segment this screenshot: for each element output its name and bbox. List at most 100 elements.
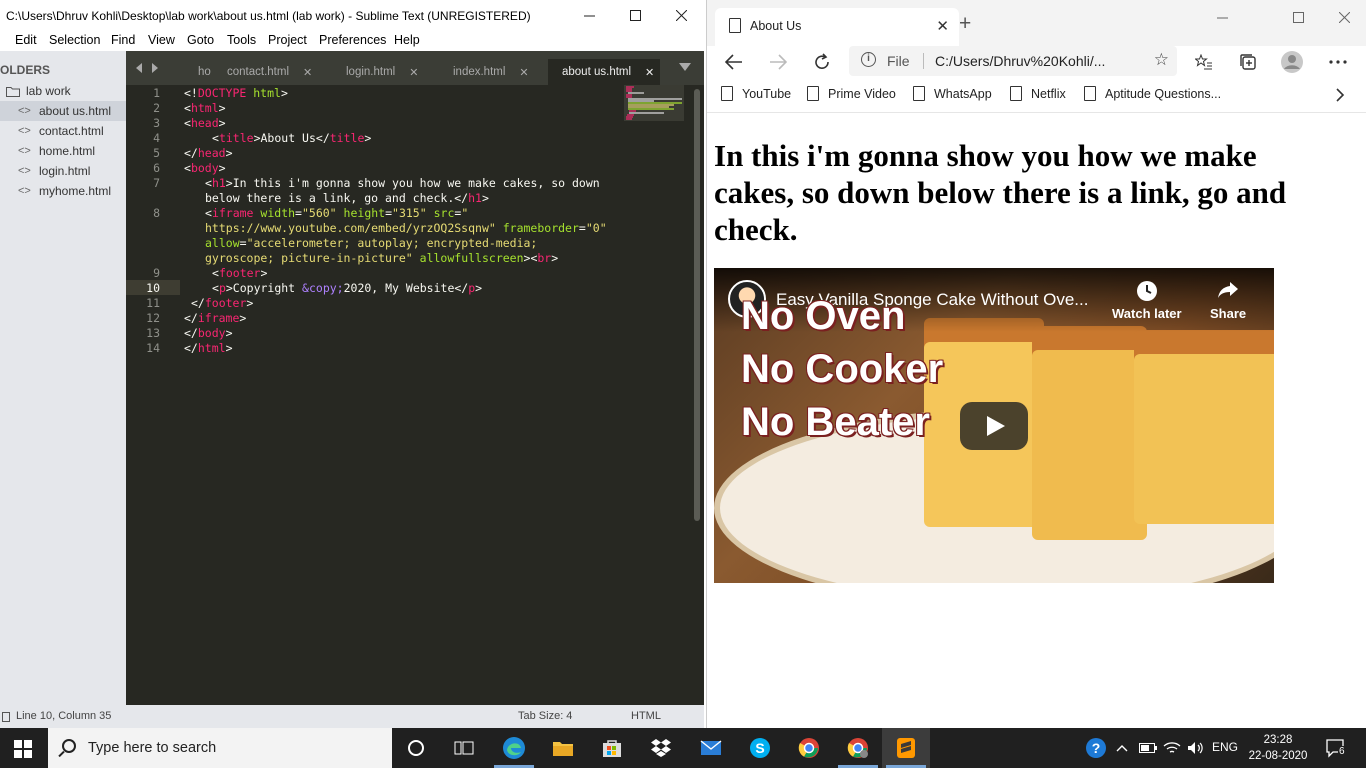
menu-goto[interactable]: Goto <box>187 33 214 47</box>
url-scheme: File <box>887 53 910 69</box>
file-label: contact.html <box>39 124 104 138</box>
bookmark-youtube[interactable]: YouTube <box>721 86 791 101</box>
tab-index[interactable]: index.html ✕ <box>453 59 563 85</box>
menu-find[interactable]: Find <box>111 33 135 47</box>
sidebar-file-login[interactable]: <> login.html <box>0 161 126 181</box>
forward-button[interactable] <box>765 50 791 74</box>
tab-close-icon[interactable]: ✕ <box>409 66 418 79</box>
volume-icon[interactable] <box>1184 736 1208 760</box>
sidebar-file-contact[interactable]: <> contact.html <box>0 121 126 141</box>
sublime-titlebar: C:\Users\Dhruv Kohli\Desktop\lab work\ab… <box>0 0 704 31</box>
menu-selection[interactable]: Selection <box>49 33 100 47</box>
tab-close-icon[interactable]: ✕ <box>519 66 528 79</box>
taskbar-search[interactable]: Type here to search <box>48 728 392 768</box>
input-language[interactable]: ENG <box>1212 740 1238 754</box>
share-icon <box>1210 280 1246 306</box>
sublime-text-icon[interactable] <box>894 736 918 760</box>
refresh-button[interactable] <box>809 50 835 74</box>
menu-project[interactable]: Project <box>268 33 307 47</box>
tab-close-icon[interactable]: ✕ <box>936 17 949 35</box>
tab-overflow-icon[interactable] <box>679 63 691 71</box>
sidebar-folder[interactable]: lab work <box>6 84 71 98</box>
wifi-icon[interactable] <box>1160 736 1184 760</box>
sublime-title: C:\Users\Dhruv Kohli\Desktop\lab work\ab… <box>6 9 531 23</box>
dropbox-icon[interactable] <box>649 736 673 760</box>
bookmark-whatsapp[interactable]: WhatsApp <box>913 86 992 101</box>
edge-close-button[interactable] <box>1321 0 1366 34</box>
tab-login[interactable]: login.html ✕ <box>346 59 456 85</box>
browser-tab-title: About Us <box>750 19 802 33</box>
tab-close-icon[interactable]: ✕ <box>645 66 654 79</box>
edge-taskbar-icon[interactable] <box>502 736 526 760</box>
tab-nav-arrows-icon[interactable] <box>136 63 160 73</box>
edge-maximize-button[interactable] <box>1275 0 1321 34</box>
tab-size[interactable]: Tab Size: 4 <box>518 710 572 722</box>
back-button[interactable] <box>721 50 747 74</box>
skype-icon[interactable]: S <box>748 736 772 760</box>
edge-minimize-button[interactable] <box>1199 0 1245 34</box>
page-icon <box>721 86 733 101</box>
battery-icon[interactable] <box>1136 736 1160 760</box>
share-button[interactable]: Share <box>1210 280 1246 321</box>
collections-button[interactable] <box>1235 50 1261 74</box>
address-bar[interactable]: i File C:/Users/Dhruv%20Kohli/... ☆ <box>849 46 1177 76</box>
store-icon[interactable] <box>600 736 624 760</box>
chrome-profile-icon[interactable] <box>846 736 870 760</box>
profile-button[interactable] <box>1279 50 1305 74</box>
edge-window: About Us ✕ + i File C:/Users/Dhruv%20Koh… <box>706 0 1366 728</box>
bookmark-aptitude[interactable]: Aptitude Questions... <box>1084 86 1221 101</box>
sidebar-file-about-us[interactable]: <> about us.html <box>0 101 126 121</box>
sidebar-file-home[interactable]: <> home.html <box>0 141 126 161</box>
chevron-up-icon[interactable] <box>1110 736 1134 760</box>
code-editor[interactable]: 1 2 3 4 5 6 7 8 9 10 11 12 13 14 <!DOCTY… <box>126 85 704 705</box>
system-clock[interactable]: 23:28 22-08-2020 <box>1248 732 1308 764</box>
favorites-button[interactable] <box>1191 50 1217 74</box>
minimize-button[interactable] <box>566 0 612 31</box>
menu-help[interactable]: Help <box>394 33 420 47</box>
favorite-star-icon[interactable]: ☆ <box>1154 50 1169 70</box>
chrome-icon[interactable] <box>797 736 821 760</box>
file-explorer-icon[interactable] <box>551 736 575 760</box>
syntax-mode[interactable]: HTML <box>631 710 661 722</box>
cortana-icon[interactable] <box>404 736 428 760</box>
browser-tab-about-us[interactable]: About Us ✕ <box>715 8 959 46</box>
help-icon[interactable]: ? <box>1084 736 1108 760</box>
maximize-button[interactable] <box>612 0 658 31</box>
tab-label: ho <box>198 66 211 78</box>
tab-ho[interactable]: ho <box>198 59 211 85</box>
line-number: 7 <box>153 176 160 190</box>
chevron-right-icon[interactable] <box>1335 88 1345 102</box>
vertical-scrollbar[interactable] <box>694 89 700 521</box>
code-line: </head> <box>184 146 233 160</box>
new-tab-icon[interactable]: + <box>959 12 971 36</box>
task-view-icon[interactable] <box>452 736 476 760</box>
settings-more-button[interactable] <box>1325 50 1351 74</box>
menu-tools[interactable]: Tools <box>227 33 256 47</box>
bookmark-prime-video[interactable]: Prime Video <box>807 86 896 101</box>
bookmark-netflix[interactable]: Netflix <box>1010 86 1066 101</box>
youtube-embed[interactable]: Easy Vanilla Sponge Cake Without Ove... … <box>714 268 1274 583</box>
watch-later-label: Watch later <box>1112 306 1182 321</box>
page-icon <box>807 86 819 101</box>
windows-start-icon[interactable] <box>14 740 32 758</box>
tab-close-icon[interactable]: ✕ <box>303 66 312 79</box>
sidebar-file-myhome[interactable]: <> myhome.html <box>0 181 126 201</box>
info-icon[interactable]: i <box>861 52 876 67</box>
minimap[interactable] <box>624 85 684 125</box>
close-button[interactable] <box>658 0 704 31</box>
watch-later-button[interactable]: Watch later <box>1112 280 1182 321</box>
tab-about-us[interactable]: about us.html ✕ <box>548 59 660 85</box>
code-line: <!DOCTYPE html> <box>184 86 288 100</box>
code-line: below there is a link, go and check.</h1… <box>205 191 489 205</box>
line-number: 13 <box>146 326 160 340</box>
code-line: <html> <box>184 101 226 115</box>
mail-icon[interactable] <box>699 736 723 760</box>
bookmark-label: Prime Video <box>828 86 896 101</box>
line-number: 8 <box>153 206 160 220</box>
menu-preferences[interactable]: Preferences <box>319 33 386 47</box>
panel-toggle-icon[interactable] <box>2 712 10 722</box>
play-button-icon[interactable] <box>960 402 1028 450</box>
tab-contact[interactable]: contact.html ✕ <box>227 59 337 85</box>
menu-view[interactable]: View <box>148 33 175 47</box>
menu-edit[interactable]: Edit <box>15 33 37 47</box>
